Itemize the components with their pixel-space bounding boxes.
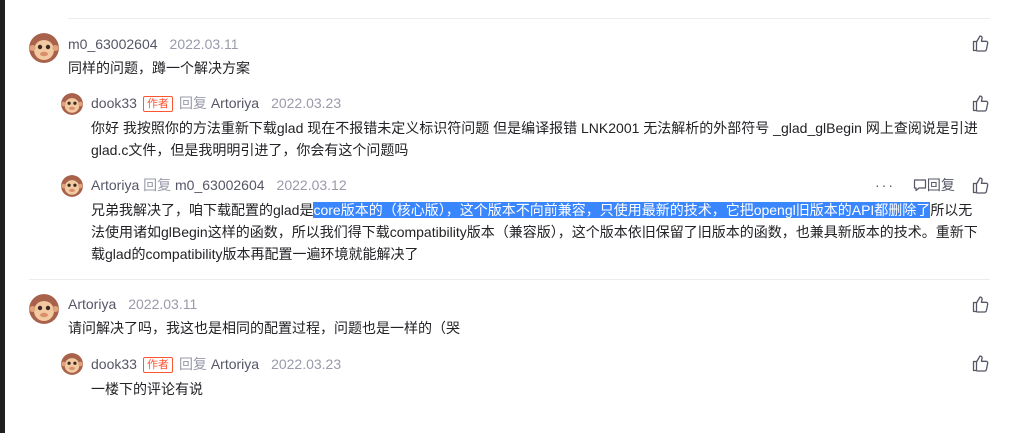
reply-meta: Artoriya 回复 m0_63002604 2022.03.12 [91, 176, 347, 194]
comment-text: 同样的问题，蹲一个解决方案 [68, 60, 250, 76]
comment-divider [29, 279, 990, 280]
selected-text: core版本的（核心版），这个版本不向前兼容，只使用最新的技术，它把opengl… [313, 202, 931, 218]
monkey-avatar-icon[interactable] [61, 93, 83, 115]
thumbs-up-icon[interactable] [972, 94, 990, 112]
reply-word: 回复 [178, 95, 207, 111]
comment-meta: Artoriya 2022.03.11 [68, 295, 197, 313]
reply-username[interactable]: dook33 [91, 356, 137, 372]
reply-username[interactable]: Artoriya [91, 177, 139, 193]
reply-meta: dook33 作者 回复 Artoriya 2022.03.23 [91, 94, 341, 112]
reply-button[interactable]: 回复 [913, 177, 955, 193]
reply-word: 回复 [143, 177, 172, 193]
reply-to-username[interactable]: m0_63002604 [175, 177, 265, 193]
top-divider [68, 18, 990, 19]
reply-meta: dook33 作者 回复 Artoriya 2022.03.23 [91, 355, 341, 373]
reply-text-part: 兄弟我解决了，咱下载配置的glad是 [91, 202, 314, 218]
monkey-avatar-icon[interactable] [29, 294, 59, 324]
reply-text: 兄弟我解决了，咱下载配置的glad是core版本的（核心版），这个版本不向前兼容… [91, 199, 1001, 265]
monkey-avatar-icon[interactable] [29, 33, 59, 63]
reply-actions: ··· 回复 [875, 176, 955, 194]
comment-date: 2022.03.11 [169, 36, 239, 52]
monkey-avatar-icon[interactable] [61, 353, 83, 375]
thumbs-up-icon[interactable] [972, 176, 990, 194]
comment-date: 2022.03.11 [128, 296, 198, 312]
comment-text: 请问解决了吗，我这也是相同的配置过程，问题也是一样的（哭 [68, 320, 460, 336]
thumbs-up-icon[interactable] [972, 354, 990, 372]
thumbs-up-icon[interactable] [972, 295, 990, 313]
comment-username[interactable]: m0_63002604 [68, 36, 158, 52]
more-dots-icon[interactable]: ··· [875, 177, 895, 193]
reply-button-label: 回复 [926, 177, 955, 193]
reply-text-line: 兄弟我解决了，咱下载配置的glad是core版本的（核心版），这个版本不向前兼容… [91, 199, 1001, 221]
reply-text: 一楼下的评论有说 [91, 381, 203, 397]
comment-username[interactable]: Artoriya [68, 296, 116, 312]
comment-meta: m0_63002604 2022.03.11 [68, 35, 239, 53]
reply-username[interactable]: dook33 [91, 95, 137, 111]
reply-date: 2022.03.12 [276, 177, 347, 193]
reply-text-line: 你好 我按照你的方法重新下载glad 现在不报错未定义标识符问题 但是编译报错 … [91, 120, 978, 136]
reply-text: 你好 我按照你的方法重新下载glad 现在不报错未定义标识符问题 但是编译报错 … [91, 117, 1001, 161]
reply-to-username[interactable]: Artoriya [211, 95, 259, 111]
reply-date: 2022.03.23 [271, 356, 342, 372]
author-badge: 作者 [142, 357, 173, 373]
monkey-avatar-icon[interactable] [61, 175, 83, 197]
reply-to-username[interactable]: Artoriya [211, 356, 259, 372]
reply-text-line: glad.c文件，但是我明明引进了，你会有这个问题吗 [91, 142, 409, 158]
author-badge: 作者 [142, 96, 173, 112]
reply-word: 回复 [178, 356, 207, 372]
reply-text-line: 载glad的compatibility版本再配置一遍环境就能解决了 [91, 246, 419, 262]
thumbs-up-icon[interactable] [972, 34, 990, 52]
left-edge-bar [0, 0, 5, 433]
reply-text-line: 法使用诸如glBegin这样的函数，所以我们得下载compatibility版本… [91, 224, 978, 240]
comment-icon [913, 179, 926, 192]
reply-text-part: 所以无 [930, 202, 973, 218]
reply-date: 2022.03.23 [271, 95, 342, 111]
